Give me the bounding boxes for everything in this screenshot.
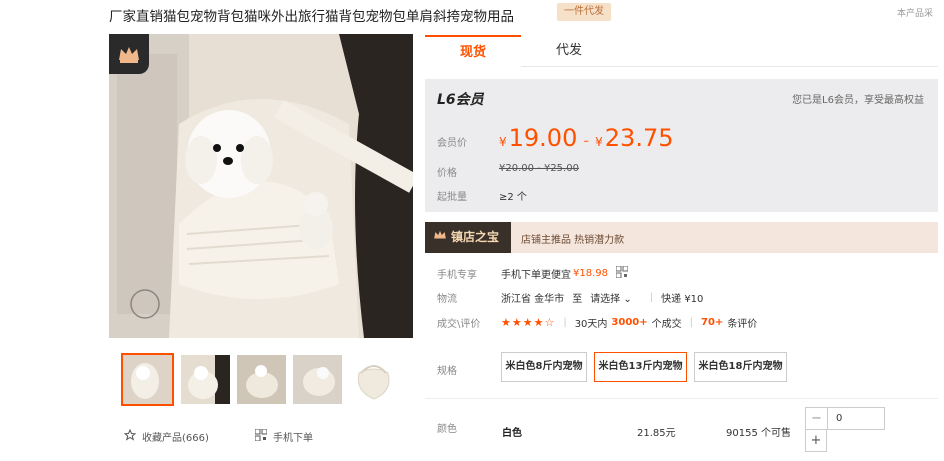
divider-3: | [689, 317, 694, 328]
store-treasure-tag-label: 镇店之宝 [451, 230, 500, 244]
price-separator: - [583, 131, 590, 150]
mobile-exclusive-label: 手机专享 [437, 270, 477, 281]
purchase-tabs: 现货 代发 [425, 35, 938, 67]
tab-dropship[interactable]: 代发 [521, 35, 617, 67]
qr-code-icon-small[interactable] [615, 265, 629, 281]
favorite-button[interactable]: 收藏产品(666) [123, 428, 209, 444]
mobile-exclusive-text: 手机下单更便宜 [501, 270, 571, 281]
color-stock: 90155 个可售 [726, 428, 791, 439]
thumbnail-3[interactable] [237, 355, 286, 404]
member-price-label: 会员价 [437, 138, 467, 149]
dropship-badge: 一件代发 [557, 3, 611, 21]
moq-label: 起批量 [437, 192, 467, 203]
thumbnail-4[interactable] [293, 355, 342, 404]
store-treasure-text: 店铺主推品 热销潜力款 [521, 235, 625, 246]
spec-option-8jin[interactable]: 米白色8斤内宠物 [501, 352, 587, 382]
original-price: ¥20.00 - ¥25.00 [499, 163, 579, 174]
product-title: 厂家直销猫包宠物背包猫咪外出旅行猫背包宠物包单肩斜挎宠物用品 [109, 9, 514, 25]
member-level-note: 您已是L6会员，享受最高权益 [792, 95, 924, 106]
qr-code-icon [254, 428, 268, 444]
section-divider [425, 398, 938, 399]
rating-stars-icon: ★★★★☆ [501, 316, 556, 329]
logistics-fee: 快递 ¥10 [661, 294, 704, 305]
original-price-label: 价格 [437, 168, 457, 179]
logistics-destination-label: 请选择 [590, 294, 621, 305]
spec-label: 规格 [437, 366, 457, 377]
color-price: 21.85元 [637, 428, 676, 439]
member-level: L6会员 [437, 92, 484, 108]
store-treasure-banner: 镇店之宝 店铺主推品 热销潜力款 [425, 222, 938, 253]
review-count[interactable]: 70+ [701, 317, 723, 328]
thumbnail-2[interactable] [181, 355, 230, 404]
crown-icon [109, 34, 149, 74]
thumbnail-1[interactable] [121, 353, 174, 406]
divider-2: | [563, 317, 567, 328]
mobile-order-label: 手机下单 [273, 433, 313, 444]
quantity-input[interactable]: 0 [828, 408, 884, 429]
currency-symbol: ¥ [499, 135, 507, 149]
quantity-minus-button[interactable]: − [806, 408, 828, 429]
color-name: 白色 [502, 428, 522, 439]
chevron-down-icon: ⌄ [623, 294, 632, 305]
tab-in-stock[interactable]: 现货 [425, 35, 521, 67]
logistics-destination-select[interactable]: 请选择 ⌄ [590, 290, 632, 305]
price-low: 19.00 [508, 124, 578, 152]
main-product-image[interactable] [109, 34, 413, 338]
member-price: ¥19.00- ¥23.75 [499, 124, 674, 152]
favorite-label: 收藏产品(666) [142, 433, 209, 444]
corner-note: 本产品采 [897, 9, 934, 19]
color-label: 颜色 [437, 424, 457, 435]
moq-value: ≥2 个 [499, 192, 527, 203]
mobile-exclusive-price: ¥18.98 [573, 268, 608, 279]
crown-small-icon [433, 222, 447, 253]
review-suffix: 条评价 [727, 319, 758, 330]
logistics-label: 物流 [437, 294, 457, 305]
thumbnail-5[interactable] [349, 355, 398, 404]
sales-suffix: 个成交 [651, 319, 682, 330]
price-high: 23.75 [604, 124, 674, 152]
logistics-to-word: 至 [572, 294, 583, 305]
quantity-plus-button[interactable]: + [805, 430, 827, 452]
spec-option-18jin[interactable]: 米白色18斤内宠物 [694, 352, 787, 382]
star-outline-icon [123, 428, 137, 444]
reviews-label: 成交\评价 [437, 319, 481, 330]
product-photo [109, 34, 413, 338]
price-box: L6会员 您已是L6会员，享受最高权益 会员价 ¥19.00- ¥23.75 价格… [425, 79, 938, 212]
currency-symbol-2: ¥ [595, 135, 603, 149]
mobile-order-button[interactable]: 手机下单 [254, 428, 313, 444]
spec-option-13jin[interactable]: 米白色13斤内宠物 [594, 352, 687, 382]
logistics-from: 浙江省 金华市 [501, 294, 565, 305]
quantity-stepper: − 0 [805, 407, 885, 430]
sales-prefix: 30天内 [574, 319, 608, 330]
sales-count: 3000+ [611, 317, 648, 328]
divider: | [649, 292, 654, 303]
store-treasure-tag: 镇店之宝 [425, 222, 511, 253]
